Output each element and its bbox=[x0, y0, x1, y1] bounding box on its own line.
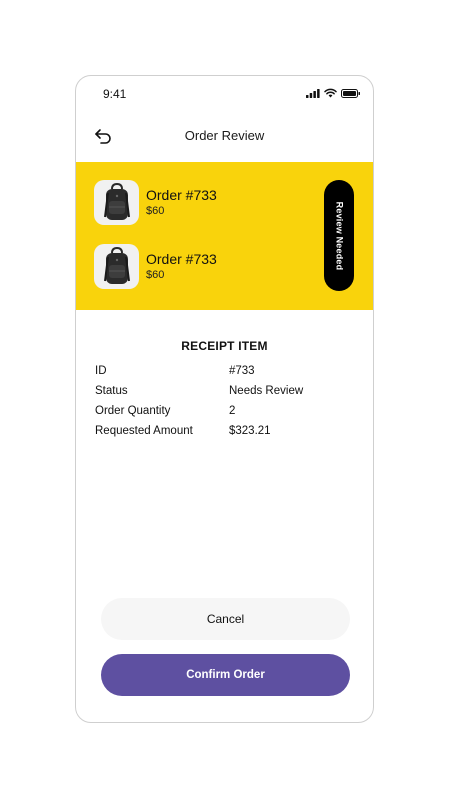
receipt-row-quantity: Order Quantity 2 bbox=[76, 405, 373, 425]
signal-icon bbox=[306, 88, 320, 98]
order-card[interactable]: Order #733 $60 bbox=[94, 180, 217, 225]
receipt-row-id: ID #733 bbox=[76, 365, 373, 385]
receipt-title: RECEIPT ITEM bbox=[181, 339, 268, 353]
receipt-value: 2 bbox=[229, 405, 236, 417]
battery-icon bbox=[341, 88, 360, 98]
order-price: $60 bbox=[146, 204, 165, 217]
receipt-section: RECEIPT ITEM ID #733 Status Needs Review… bbox=[76, 339, 373, 445]
status-icons bbox=[306, 88, 361, 98]
status-time: 9:41 bbox=[103, 87, 127, 101]
orders-banner: Order #733 $60 Order #733 $60 Review Nee… bbox=[76, 162, 373, 310]
wifi-icon bbox=[324, 88, 337, 98]
order-name: Order #733 bbox=[146, 186, 217, 203]
backpack-icon bbox=[103, 182, 130, 220]
receipt-value: $323.21 bbox=[229, 425, 271, 437]
order-thumbnail bbox=[94, 180, 139, 225]
phone-frame: 9:41 Order Review Order #733 $60 Order #… bbox=[75, 75, 374, 723]
receipt-key: Requested Amount bbox=[95, 425, 193, 437]
receipt-value: #733 bbox=[229, 365, 255, 377]
receipt-key: ID bbox=[95, 365, 107, 377]
receipt-row-status: Status Needs Review bbox=[76, 385, 373, 405]
cancel-button[interactable]: Cancel bbox=[101, 598, 350, 640]
review-needed-label: Review Needed bbox=[334, 201, 345, 270]
page-title: Order Review bbox=[184, 128, 265, 143]
header: Order Review bbox=[76, 118, 373, 154]
confirm-order-button[interactable]: Confirm Order bbox=[101, 654, 350, 696]
backpack-icon bbox=[103, 246, 130, 284]
review-needed-badge[interactable]: Review Needed bbox=[324, 180, 354, 291]
order-name: Order #733 bbox=[146, 250, 217, 267]
receipt-value: Needs Review bbox=[229, 385, 304, 397]
receipt-key: Order Quantity bbox=[95, 405, 171, 417]
order-thumbnail bbox=[94, 244, 139, 289]
order-price: $60 bbox=[146, 268, 165, 281]
status-bar: 9:41 bbox=[76, 76, 373, 112]
order-card[interactable]: Order #733 $60 bbox=[94, 244, 217, 289]
receipt-row-amount: Requested Amount $323.21 bbox=[76, 425, 373, 445]
receipt-key: Status bbox=[95, 385, 128, 397]
